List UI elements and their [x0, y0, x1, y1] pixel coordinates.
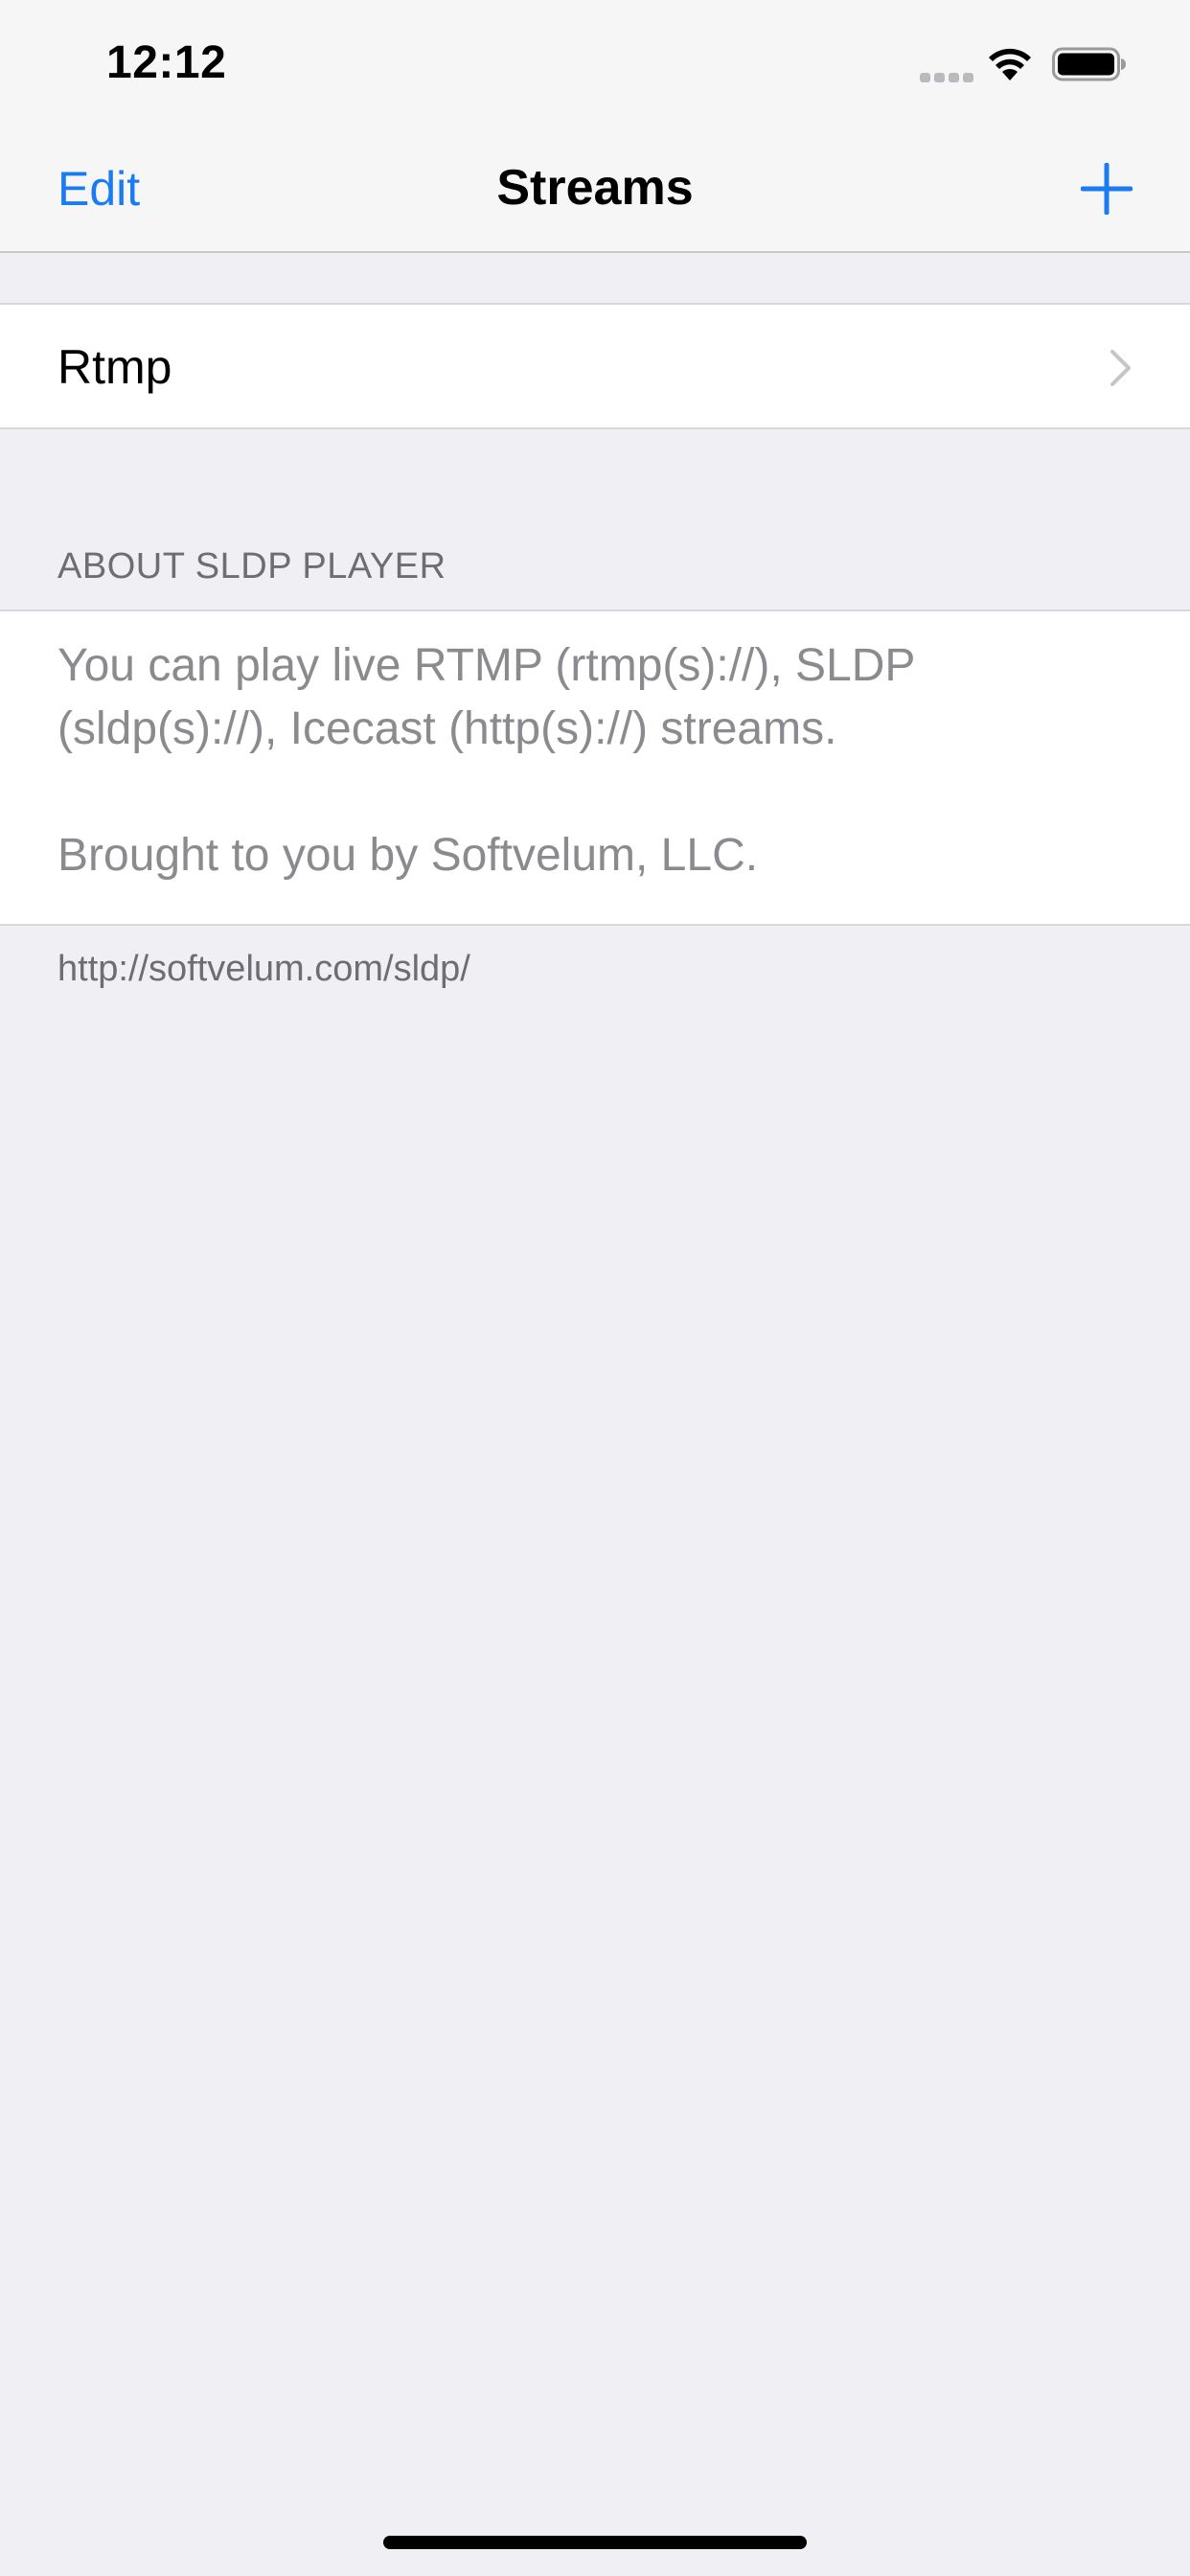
about-description: You can play live RTMP (rtmp(s)://), SLD… — [57, 640, 915, 754]
stream-name: Rtmp — [57, 340, 172, 394]
cellular-signal-icon — [920, 73, 973, 82]
streams-screen: 12:12 Edit Streams Rtmp ABOUT SLDP PLAYE… — [0, 0, 1190, 2576]
status-time: 12:12 — [106, 37, 227, 88]
about-credit: Brought to you by Softvelum, LLC. — [57, 830, 759, 881]
battery-icon — [1052, 47, 1126, 81]
home-indicator[interactable] — [383, 2536, 807, 2549]
wifi-icon — [989, 48, 1031, 80]
about-card: You can play live RTMP (rtmp(s)://), SLD… — [0, 610, 1190, 926]
website-link[interactable]: http://softvelum.com/sldp/ — [57, 949, 470, 990]
chevron-right-icon — [1110, 350, 1131, 386]
stream-row-rtmp[interactable]: Rtmp — [0, 303, 1190, 429]
plus-icon[interactable] — [1081, 163, 1133, 215]
about-section-header: ABOUT SLDP PLAYER — [57, 546, 446, 586]
navigation-header: 12:12 Edit Streams — [0, 0, 1190, 253]
page-title: Streams — [496, 160, 694, 216]
